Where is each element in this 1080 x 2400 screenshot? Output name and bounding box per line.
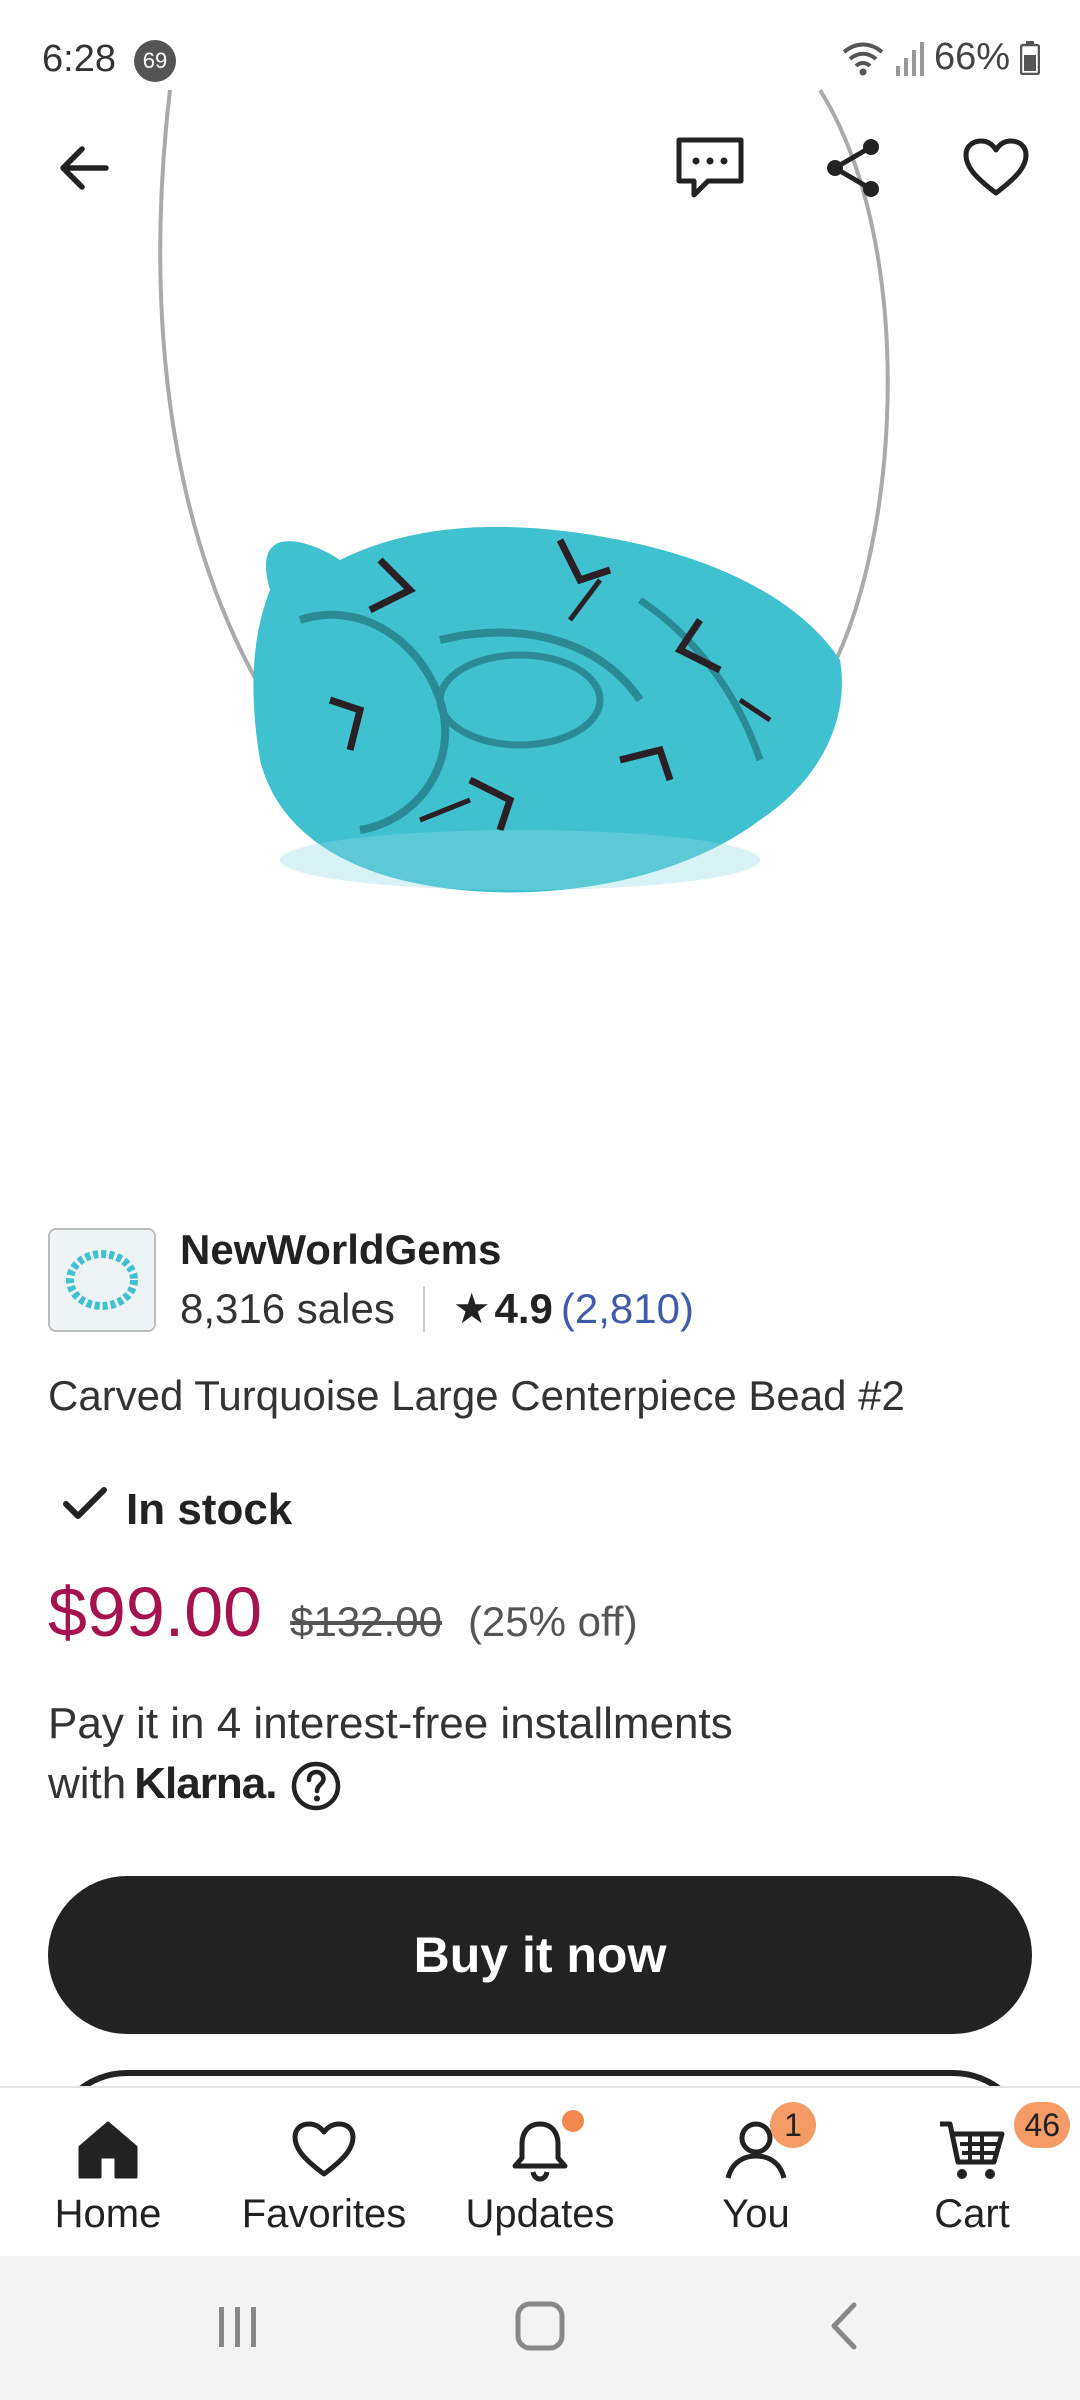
you-badge: 1 <box>770 2102 816 2148</box>
shop-stats: 8,316 sales ★ 4.9 (2,810) <box>180 1284 694 1333</box>
stock-status: In stock <box>62 1484 292 1535</box>
nav-favorites-label: Favorites <box>241 2192 407 2236</box>
star-icon: ★ <box>452 1285 491 1332</box>
nav-home-label: Home <box>54 2192 162 2236</box>
battery-icon <box>1020 40 1040 75</box>
recents-icon <box>213 2301 263 2356</box>
nav-home[interactable]: Home <box>0 2088 216 2258</box>
discount-label: (25% off) <box>467 1598 638 1645</box>
nav-you[interactable]: 1 You <box>648 2088 864 2258</box>
bottom-nav: Home Favorites Updates 1 You 46 Cart <box>0 2086 1080 2256</box>
nav-updates-label: Updates <box>465 2192 615 2236</box>
installments-line1: Pay it in 4 interest-free installments <box>48 1699 733 1748</box>
battery-percent: 66% <box>933 36 1010 78</box>
status-icons: 66% <box>840 36 1040 79</box>
nav-updates[interactable]: Updates <box>432 2088 648 2258</box>
message-seller-button[interactable] <box>660 120 760 220</box>
installments-line2: with Klarna. <box>48 1754 733 1814</box>
system-back-button[interactable] <box>804 2288 884 2368</box>
cart-icon <box>938 2114 1006 2186</box>
back-button[interactable] <box>34 120 134 220</box>
product-image[interactable] <box>0 0 1080 1180</box>
shop-name[interactable]: NewWorldGems <box>180 1226 501 1274</box>
stock-label: In stock <box>126 1484 293 1534</box>
notification-count-badge: 69 <box>134 40 176 82</box>
divider <box>422 1285 425 1332</box>
reviews-link[interactable]: (2,810) <box>561 1285 694 1333</box>
shop-avatar[interactable] <box>48 1228 156 1332</box>
signal-icon <box>895 40 924 76</box>
klarna-logo: Klarna. <box>134 1759 277 1808</box>
nav-you-label: You <box>722 2192 790 2236</box>
home-square-icon <box>513 2299 567 2358</box>
nav-cart-label: Cart <box>934 2192 1010 2236</box>
system-nav-bar <box>0 2256 1080 2400</box>
sale-price: $99.00 <box>48 1573 263 1651</box>
home-icon <box>76 2114 140 2186</box>
buy-it-now-button[interactable]: Buy it now <box>48 1876 1032 2034</box>
chat-bubble-icon <box>674 135 746 206</box>
recents-button[interactable] <box>198 2288 278 2368</box>
original-price: $132.00 <box>290 1598 442 1645</box>
nav-favorites[interactable]: Favorites <box>216 2088 432 2258</box>
shop-info[interactable]: NewWorldGems 8,316 sales ★ 4.9 (2,810) <box>48 1226 1038 1336</box>
cart-badge: 46 <box>1014 2102 1070 2148</box>
status-time: 6:28 <box>42 38 116 80</box>
installments-with: with <box>48 1759 127 1808</box>
shop-rating: 4.9 <box>494 1284 553 1332</box>
arrow-left-icon <box>54 138 114 203</box>
checkmark-icon <box>62 1484 108 1535</box>
installments-info: Pay it in 4 interest-free installments w… <box>48 1694 733 1814</box>
heart-outline-icon <box>291 2114 357 2186</box>
chevron-left-icon <box>824 2299 864 2358</box>
wifi-icon <box>840 38 886 78</box>
question-circle-icon[interactable] <box>290 1760 342 1812</box>
home-system-button[interactable] <box>500 2288 580 2368</box>
price-row: $99.00 $132.00 (25% off) <box>48 1572 638 1652</box>
nav-cart[interactable]: 46 Cart <box>864 2088 1080 2258</box>
heart-icon <box>962 137 1030 204</box>
shop-sales: 8,316 sales <box>180 1284 395 1332</box>
status-bar: 6:28 69 66% <box>0 0 1080 120</box>
bell-icon <box>510 2114 570 2186</box>
favorite-button[interactable] <box>946 120 1046 220</box>
updates-dot-badge <box>562 2110 584 2132</box>
product-title: Carved Turquoise Large Centerpiece Bead … <box>48 1372 905 1419</box>
share-button[interactable] <box>804 120 904 220</box>
share-icon <box>821 135 887 206</box>
